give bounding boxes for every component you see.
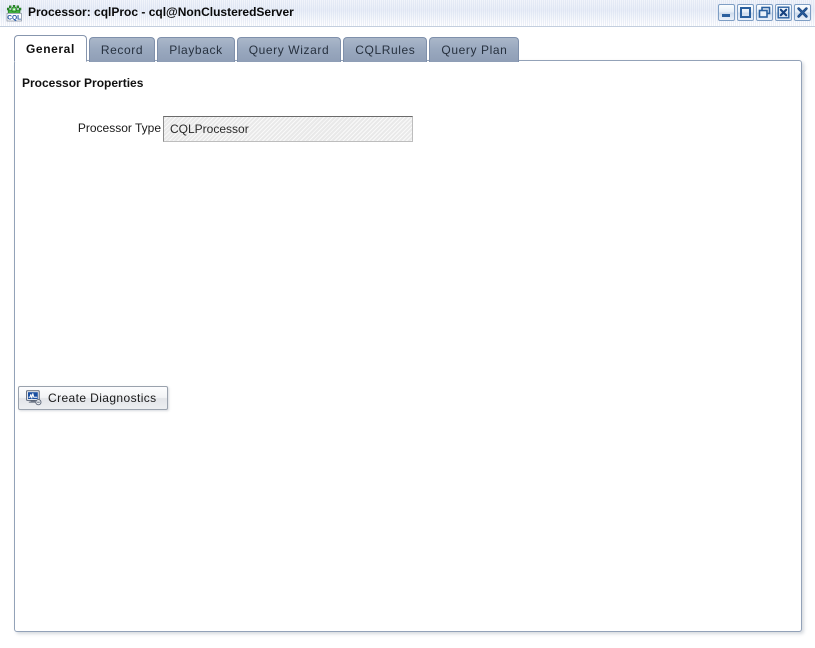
tab-cqlrules[interactable]: CQLRules bbox=[343, 37, 428, 62]
window-controls bbox=[718, 4, 811, 21]
close-button[interactable] bbox=[794, 4, 811, 21]
close-view-button[interactable] bbox=[775, 4, 792, 21]
tab-cqlrules-label: CQLRules bbox=[355, 43, 416, 57]
general-tab-panel: Processor Properties Processor Type CQLP… bbox=[14, 60, 802, 632]
cql-gear-icon: CQL bbox=[6, 5, 23, 22]
tab-playback-label: Playback bbox=[169, 43, 223, 57]
restore-button[interactable] bbox=[756, 4, 773, 21]
create-diagnostics-button[interactable]: Create Diagnostics bbox=[18, 386, 168, 410]
processor-type-field[interactable]: CQLProcessor bbox=[163, 116, 413, 142]
tab-general[interactable]: General bbox=[14, 35, 87, 62]
tab-playback[interactable]: Playback bbox=[157, 37, 235, 62]
processor-type-label: Processor Type bbox=[77, 121, 161, 135]
window-title: Processor: cqlProc - cql@NonClusteredSer… bbox=[28, 5, 294, 19]
window-titlebar: CQL Processor: cqlProc - cql@NonClustere… bbox=[0, 0, 815, 27]
svg-text:CQL: CQL bbox=[7, 15, 21, 22]
processor-window: CQL Processor: cqlProc - cql@NonClustere… bbox=[0, 0, 815, 648]
section-title: Processor Properties bbox=[22, 76, 144, 90]
tab-query-plan[interactable]: Query Plan bbox=[429, 37, 520, 62]
create-diagnostics-label: Create Diagnostics bbox=[48, 391, 157, 405]
maximize-button[interactable] bbox=[737, 4, 754, 21]
tab-query-wizard-label: Query Wizard bbox=[248, 43, 330, 57]
tab-strip: General Record Playback Query Wizard CQL… bbox=[14, 35, 521, 62]
tab-record[interactable]: Record bbox=[88, 37, 156, 62]
tab-query-wizard[interactable]: Query Wizard bbox=[236, 37, 342, 62]
tab-query-plan-label: Query Plan bbox=[441, 43, 508, 57]
diagnostics-monitor-icon bbox=[26, 390, 42, 406]
minimize-button[interactable] bbox=[718, 4, 735, 21]
tab-record-label: Record bbox=[100, 43, 144, 57]
tab-general-label: General bbox=[26, 41, 75, 56]
